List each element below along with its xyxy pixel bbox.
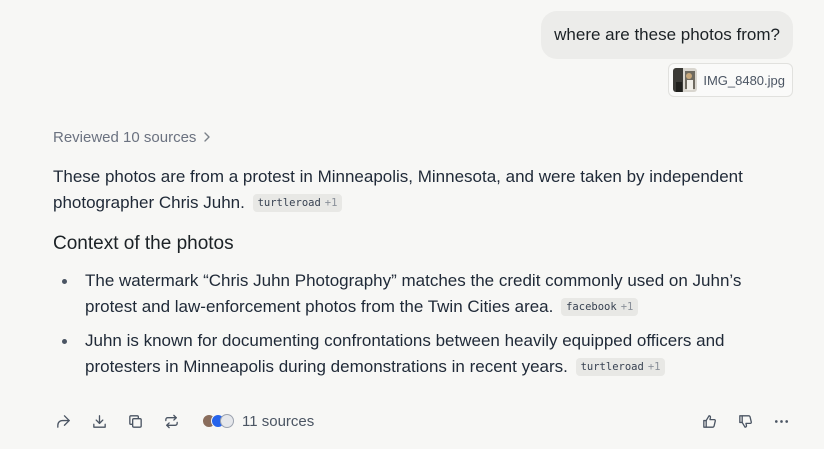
download-icon [92,414,106,428]
bullet-text: The watermark “Chris Juhn Photography” m… [85,271,742,316]
source-favicons [202,414,234,428]
feedback-tools [686,408,794,434]
user-message-bubble: where are these photos from? [541,11,793,59]
section-heading: Context of the photos [53,233,234,254]
reviewed-sources-label: Reviewed 10 sources [53,129,197,146]
citation-source: turtleroad [257,197,321,209]
more-icon [774,419,788,423]
thumbs-down-button[interactable] [732,408,758,434]
attachment-filename: IMG_8480.jpg [703,72,785,88]
image-favicon-icon [220,414,234,428]
copy-button[interactable] [122,408,148,434]
attachment-chip[interactable]: IMG_8480.jpg [668,63,793,97]
rewrite-icon [164,414,178,428]
rewrite-button[interactable] [158,408,184,434]
context-bullet-list: The watermark “Chris Juhn Photography” m… [53,268,765,388]
list-item: Juhn is known for documenting confrontat… [53,328,765,380]
share-icon [56,414,70,428]
thumbs-up-button[interactable] [696,408,722,434]
thumbs-down-icon [738,414,752,428]
response-toolbar: 11 sources [50,408,794,434]
citation-more: +1 [620,301,634,313]
more-options-button[interactable] [768,408,794,434]
user-message-text: where are these photos from? [554,25,780,44]
copy-icon [128,414,142,428]
sources-count-label: 11 sources [242,412,315,430]
citation-source: facebook [566,301,617,313]
citation-more: +1 [647,361,661,373]
answer-text: These photos are from a protest in Minne… [53,167,743,212]
citation-more: +1 [324,197,338,209]
download-button[interactable] [86,408,112,434]
answer-paragraph: These photos are from a protest in Minne… [53,164,765,216]
image-thumbnail-icon [673,68,698,92]
share-button[interactable] [50,408,76,434]
thumbs-up-icon [702,414,716,428]
sources-button[interactable]: 11 sources [202,413,314,430]
chevron-right-icon [202,130,212,146]
list-item: The watermark “Chris Juhn Photography” m… [53,268,765,320]
reviewed-sources-link[interactable]: Reviewed 10 sources [53,129,212,146]
citation-chip[interactable]: turtleroad +1 [575,358,666,376]
citation-source: turtleroad [580,361,644,373]
citation-chip[interactable]: turtleroad +1 [252,194,343,212]
citation-chip[interactable]: facebook +1 [561,298,639,316]
